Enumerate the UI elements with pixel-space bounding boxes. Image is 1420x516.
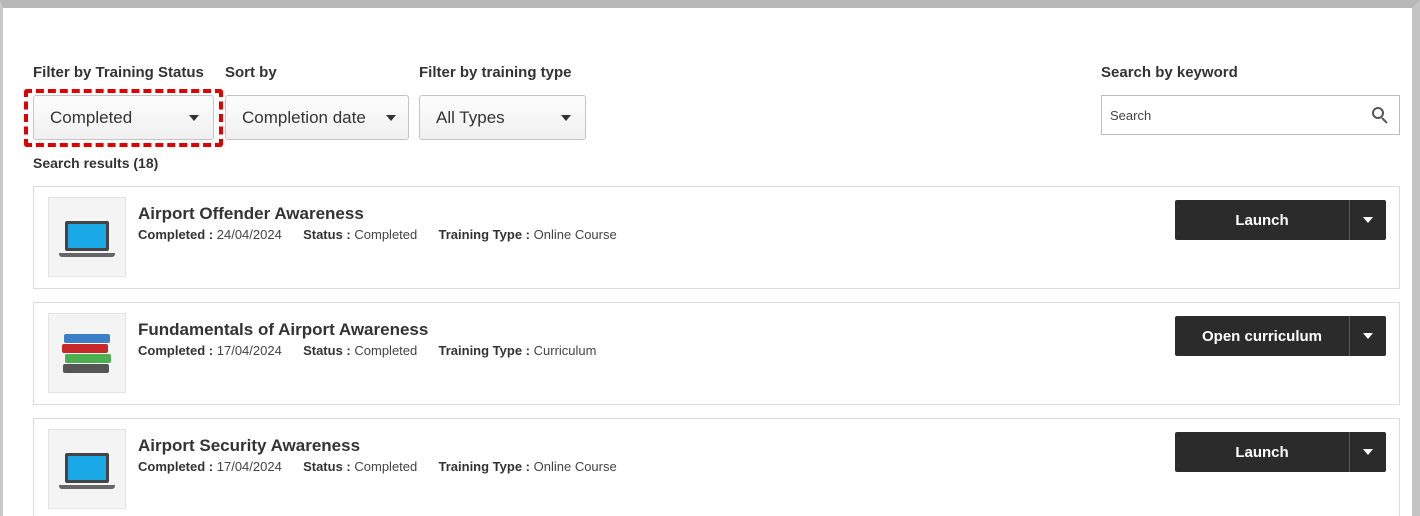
training-title[interactable]: Fundamentals of Airport Awareness [138, 320, 428, 340]
completed-label: Completed : [138, 227, 214, 242]
training-type-label: Filter by training type [419, 64, 572, 81]
status-value: Completed [354, 227, 418, 242]
training-meta: Completed : 17/04/2024 Status : Complete… [138, 343, 596, 358]
status-label: Status : [303, 227, 351, 242]
caret-down-icon [189, 114, 199, 121]
search-icon[interactable] [1371, 106, 1389, 124]
training-status-dropdown[interactable]: Completed [33, 95, 214, 140]
training-title[interactable]: Airport Offender Awareness [138, 204, 364, 224]
caret-down-icon [561, 114, 571, 121]
training-type-meta-value: Curriculum [533, 343, 597, 358]
training-type-meta-value: Online Course [533, 459, 617, 474]
training-card: Fundamentals of Airport Awareness Comple… [33, 302, 1400, 405]
training-card: Airport Security Awareness Completed : 1… [33, 418, 1400, 516]
search-results-count: Search results (18) [33, 155, 159, 171]
completed-date: 24/04/2024 [216, 227, 282, 242]
training-status-value: Completed [50, 107, 133, 127]
training-type-meta-label: Training Type : [438, 459, 531, 474]
caret-down-icon [1363, 333, 1373, 339]
training-type-meta-value: Online Course [533, 227, 617, 242]
search-label: Search by keyword [1101, 64, 1238, 81]
books-icon [48, 313, 126, 393]
training-meta: Completed : 24/04/2024 Status : Complete… [138, 227, 617, 242]
training-type-dropdown[interactable]: All Types [419, 95, 586, 140]
completed-date: 17/04/2024 [216, 343, 282, 358]
launch-split-button: Launch [1175, 432, 1386, 472]
search-box [1101, 95, 1400, 135]
status-label: Status : [303, 343, 351, 358]
training-type-meta-label: Training Type : [438, 343, 531, 358]
completed-label: Completed : [138, 459, 214, 474]
training-status-label: Filter by Training Status [33, 64, 204, 81]
open-curriculum-split-button: Open curriculum [1175, 316, 1386, 356]
more-actions-toggle[interactable] [1349, 316, 1386, 356]
status-label: Status : [303, 459, 351, 474]
more-actions-toggle[interactable] [1349, 432, 1386, 472]
caret-down-icon [386, 114, 396, 121]
sort-value: Completion date [242, 107, 366, 127]
training-card: Airport Offender Awareness Completed : 2… [33, 186, 1400, 289]
completed-date: 17/04/2024 [216, 459, 282, 474]
launch-split-button: Launch [1175, 200, 1386, 240]
open-curriculum-button[interactable]: Open curriculum [1175, 316, 1349, 356]
laptop-icon [48, 429, 126, 509]
training-type-meta-label: Training Type : [438, 227, 531, 242]
search-input[interactable] [1110, 107, 1350, 123]
caret-down-icon [1363, 449, 1373, 455]
training-panel: Filter by Training Status Sort by Filter… [0, 0, 1420, 516]
more-actions-toggle[interactable] [1349, 200, 1386, 240]
training-type-value: All Types [436, 107, 505, 127]
status-value: Completed [354, 459, 418, 474]
launch-button[interactable]: Launch [1175, 200, 1349, 240]
caret-down-icon [1363, 217, 1373, 223]
sort-label: Sort by [225, 64, 277, 81]
completed-label: Completed : [138, 343, 214, 358]
sort-dropdown[interactable]: Completion date [225, 95, 409, 140]
laptop-icon [48, 197, 126, 277]
training-meta: Completed : 17/04/2024 Status : Complete… [138, 459, 617, 474]
launch-button[interactable]: Launch [1175, 432, 1349, 472]
status-value: Completed [354, 343, 418, 358]
training-title[interactable]: Airport Security Awareness [138, 436, 360, 456]
